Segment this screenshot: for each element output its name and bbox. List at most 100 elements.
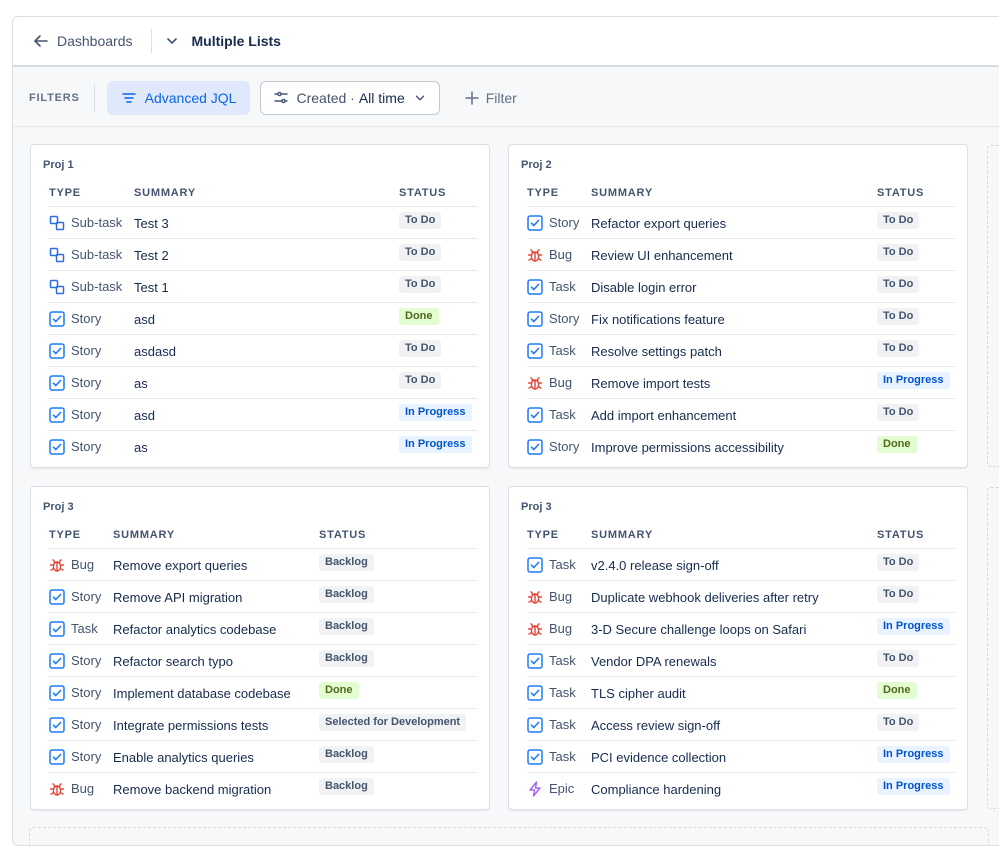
- issue-summary[interactable]: TLS cipher audit: [591, 686, 686, 701]
- issue-summary[interactable]: as: [134, 440, 148, 455]
- dashboard-switcher-button[interactable]: [164, 33, 180, 49]
- table-row[interactable]: Task Access review sign-off To Do: [527, 709, 955, 741]
- issue-summary[interactable]: Remove API migration: [113, 590, 242, 605]
- card-title: Proj 3: [521, 501, 552, 513]
- issue-summary[interactable]: Remove export queries: [113, 558, 247, 573]
- table-row[interactable]: Sub-task Test 3 To Do: [49, 207, 477, 239]
- issue-summary[interactable]: Refactor search typo: [113, 654, 233, 669]
- subtask-icon: [49, 279, 65, 295]
- issue-summary[interactable]: Enable analytics queries: [113, 750, 254, 765]
- table-row[interactable]: Story Fix notifications feature To Do: [527, 303, 955, 335]
- created-filter-dropdown[interactable]: Created · All time: [260, 80, 440, 115]
- issue-summary[interactable]: Test 3: [134, 216, 169, 231]
- table-row[interactable]: Bug Duplicate webhook deliveries after re…: [527, 581, 955, 613]
- status-badge: Backlog: [319, 554, 374, 571]
- subtask-icon: [49, 215, 65, 231]
- status-badge: Backlog: [319, 650, 374, 667]
- table-body: Sub-task Test 3 To Do Sub-task Test 2 To Do Su…: [49, 207, 477, 463]
- table-row[interactable]: Story as In Progress: [49, 431, 477, 463]
- table-row[interactable]: Epic Compliance hardening In Progress: [527, 773, 955, 805]
- list-card: Proj 2 TYPE SUMMARY STATUS Story Refactor exp…: [508, 144, 968, 468]
- add-filter-button[interactable]: Filter: [464, 90, 517, 106]
- status-badge: Backlog: [319, 618, 374, 635]
- empty-slot: [987, 145, 999, 467]
- table-row[interactable]: Story Implement database codebase Done: [49, 677, 477, 709]
- issue-summary[interactable]: Remove backend migration: [113, 782, 271, 797]
- status-badge: To Do: [399, 212, 442, 229]
- created-label: Created ·: [296, 89, 355, 106]
- status-badge: To Do: [877, 586, 920, 603]
- story-icon: [49, 653, 65, 669]
- issue-summary[interactable]: Fix notifications feature: [591, 312, 725, 327]
- task-icon: [527, 407, 543, 423]
- table-row[interactable]: Story Refactor export queries To Do: [527, 207, 955, 239]
- status-badge: To Do: [877, 340, 920, 357]
- issue-summary[interactable]: Review UI enhancement: [591, 248, 733, 263]
- table-row[interactable]: Sub-task Test 1 To Do: [49, 271, 477, 303]
- table-row[interactable]: Story Refactor search typo Backlog: [49, 645, 477, 677]
- table-row[interactable]: Story asd In Progress: [49, 399, 477, 431]
- table-header: TYPE SUMMARY STATUS: [49, 529, 477, 549]
- table-row[interactable]: Story asd Done: [49, 303, 477, 335]
- table-row[interactable]: Story asdasd To Do: [49, 335, 477, 367]
- issue-summary[interactable]: as: [134, 376, 148, 391]
- dashboard-frame: Dashboards Multiple Lists FILTERS Advanc…: [12, 16, 999, 846]
- issue-summary[interactable]: Integrate permissions tests: [113, 718, 268, 733]
- table-row[interactable]: Task Resolve settings patch To Do: [527, 335, 955, 367]
- divider: [93, 83, 95, 112]
- issue-summary[interactable]: Compliance hardening: [591, 782, 721, 797]
- table-row[interactable]: Story Improve permissions accessibility Do…: [527, 431, 955, 463]
- add-filter-label: Filter: [485, 89, 517, 106]
- issue-summary[interactable]: Remove import tests: [591, 376, 710, 391]
- issue-summary[interactable]: asd: [134, 312, 155, 327]
- issue-summary[interactable]: Test 1: [134, 280, 169, 295]
- issue-summary[interactable]: Resolve settings patch: [591, 344, 722, 359]
- issue-summary[interactable]: Add import enhancement: [591, 408, 736, 423]
- story-icon: [49, 749, 65, 765]
- issue-summary[interactable]: Duplicate webhook deliveries after retry: [591, 590, 819, 605]
- table-row[interactable]: Task Add import enhancement To Do: [527, 399, 955, 431]
- table-row[interactable]: Task Disable login error To Do: [527, 271, 955, 303]
- list-card: Proj 3 TYPE SUMMARY STATUS Bug Remove export …: [30, 486, 490, 810]
- issue-type: Sub-task: [71, 215, 123, 230]
- issue-summary[interactable]: asd: [134, 408, 155, 423]
- issue-summary[interactable]: PCI evidence collection: [591, 750, 726, 765]
- back-to-dashboards-button[interactable]: Dashboards: [33, 33, 133, 49]
- issue-summary[interactable]: Implement database codebase: [113, 686, 291, 701]
- table-row[interactable]: Task PCI evidence collection In Progress: [527, 741, 955, 773]
- table-row[interactable]: Bug Remove import tests In Progress: [527, 367, 955, 399]
- status-badge: In Progress: [877, 372, 950, 389]
- issue-summary[interactable]: Vendor DPA renewals: [591, 654, 717, 669]
- table-row[interactable]: Bug Remove backend migration Backlog: [49, 773, 477, 805]
- issue-summary[interactable]: v2.4.0 release sign-off: [591, 558, 719, 573]
- issue-summary[interactable]: Test 2: [134, 248, 169, 263]
- table-row[interactable]: Task Vendor DPA renewals To Do: [527, 645, 955, 677]
- issue-summary[interactable]: 3-D Secure challenge loops on Safari: [591, 622, 806, 637]
- table-row[interactable]: Bug 3-D Secure challenge loops on Safari I…: [527, 613, 955, 645]
- issue-summary[interactable]: asdasd: [134, 344, 176, 359]
- issue-summary[interactable]: Improve permissions accessibility: [591, 440, 784, 455]
- table-row[interactable]: Task Refactor analytics codebase Backlog: [49, 613, 477, 645]
- table-row[interactable]: Bug Remove export queries Backlog: [49, 549, 477, 581]
- table-row[interactable]: Story as To Do: [49, 367, 477, 399]
- advanced-jql-button[interactable]: Advanced JQL: [106, 80, 251, 115]
- arrow-left-icon: [34, 35, 48, 47]
- issue-summary[interactable]: Refactor analytics codebase: [113, 622, 276, 637]
- issue-summary[interactable]: Refactor export queries: [591, 216, 726, 231]
- status-badge: Backlog: [319, 746, 374, 763]
- table-row[interactable]: Task v2.4.0 release sign-off To Do: [527, 549, 955, 581]
- column-header-type: TYPE: [527, 187, 559, 199]
- issue-summary[interactable]: Disable login error: [591, 280, 697, 295]
- bug-icon: [49, 557, 65, 573]
- created-value: All time: [358, 89, 405, 106]
- status-badge: To Do: [877, 308, 920, 325]
- table-row[interactable]: Sub-task Test 2 To Do: [49, 239, 477, 271]
- table-row[interactable]: Task TLS cipher audit Done: [527, 677, 955, 709]
- status-badge: To Do: [399, 340, 442, 357]
- table-row[interactable]: Story Enable analytics queries Backlog: [49, 741, 477, 773]
- table-row[interactable]: Bug Review UI enhancement To Do: [527, 239, 955, 271]
- issue-summary[interactable]: Access review sign-off: [591, 718, 720, 733]
- status-badge: In Progress: [877, 778, 950, 795]
- table-row[interactable]: Story Remove API migration Backlog: [49, 581, 477, 613]
- table-row[interactable]: Story Integrate permissions tests Selected…: [49, 709, 477, 741]
